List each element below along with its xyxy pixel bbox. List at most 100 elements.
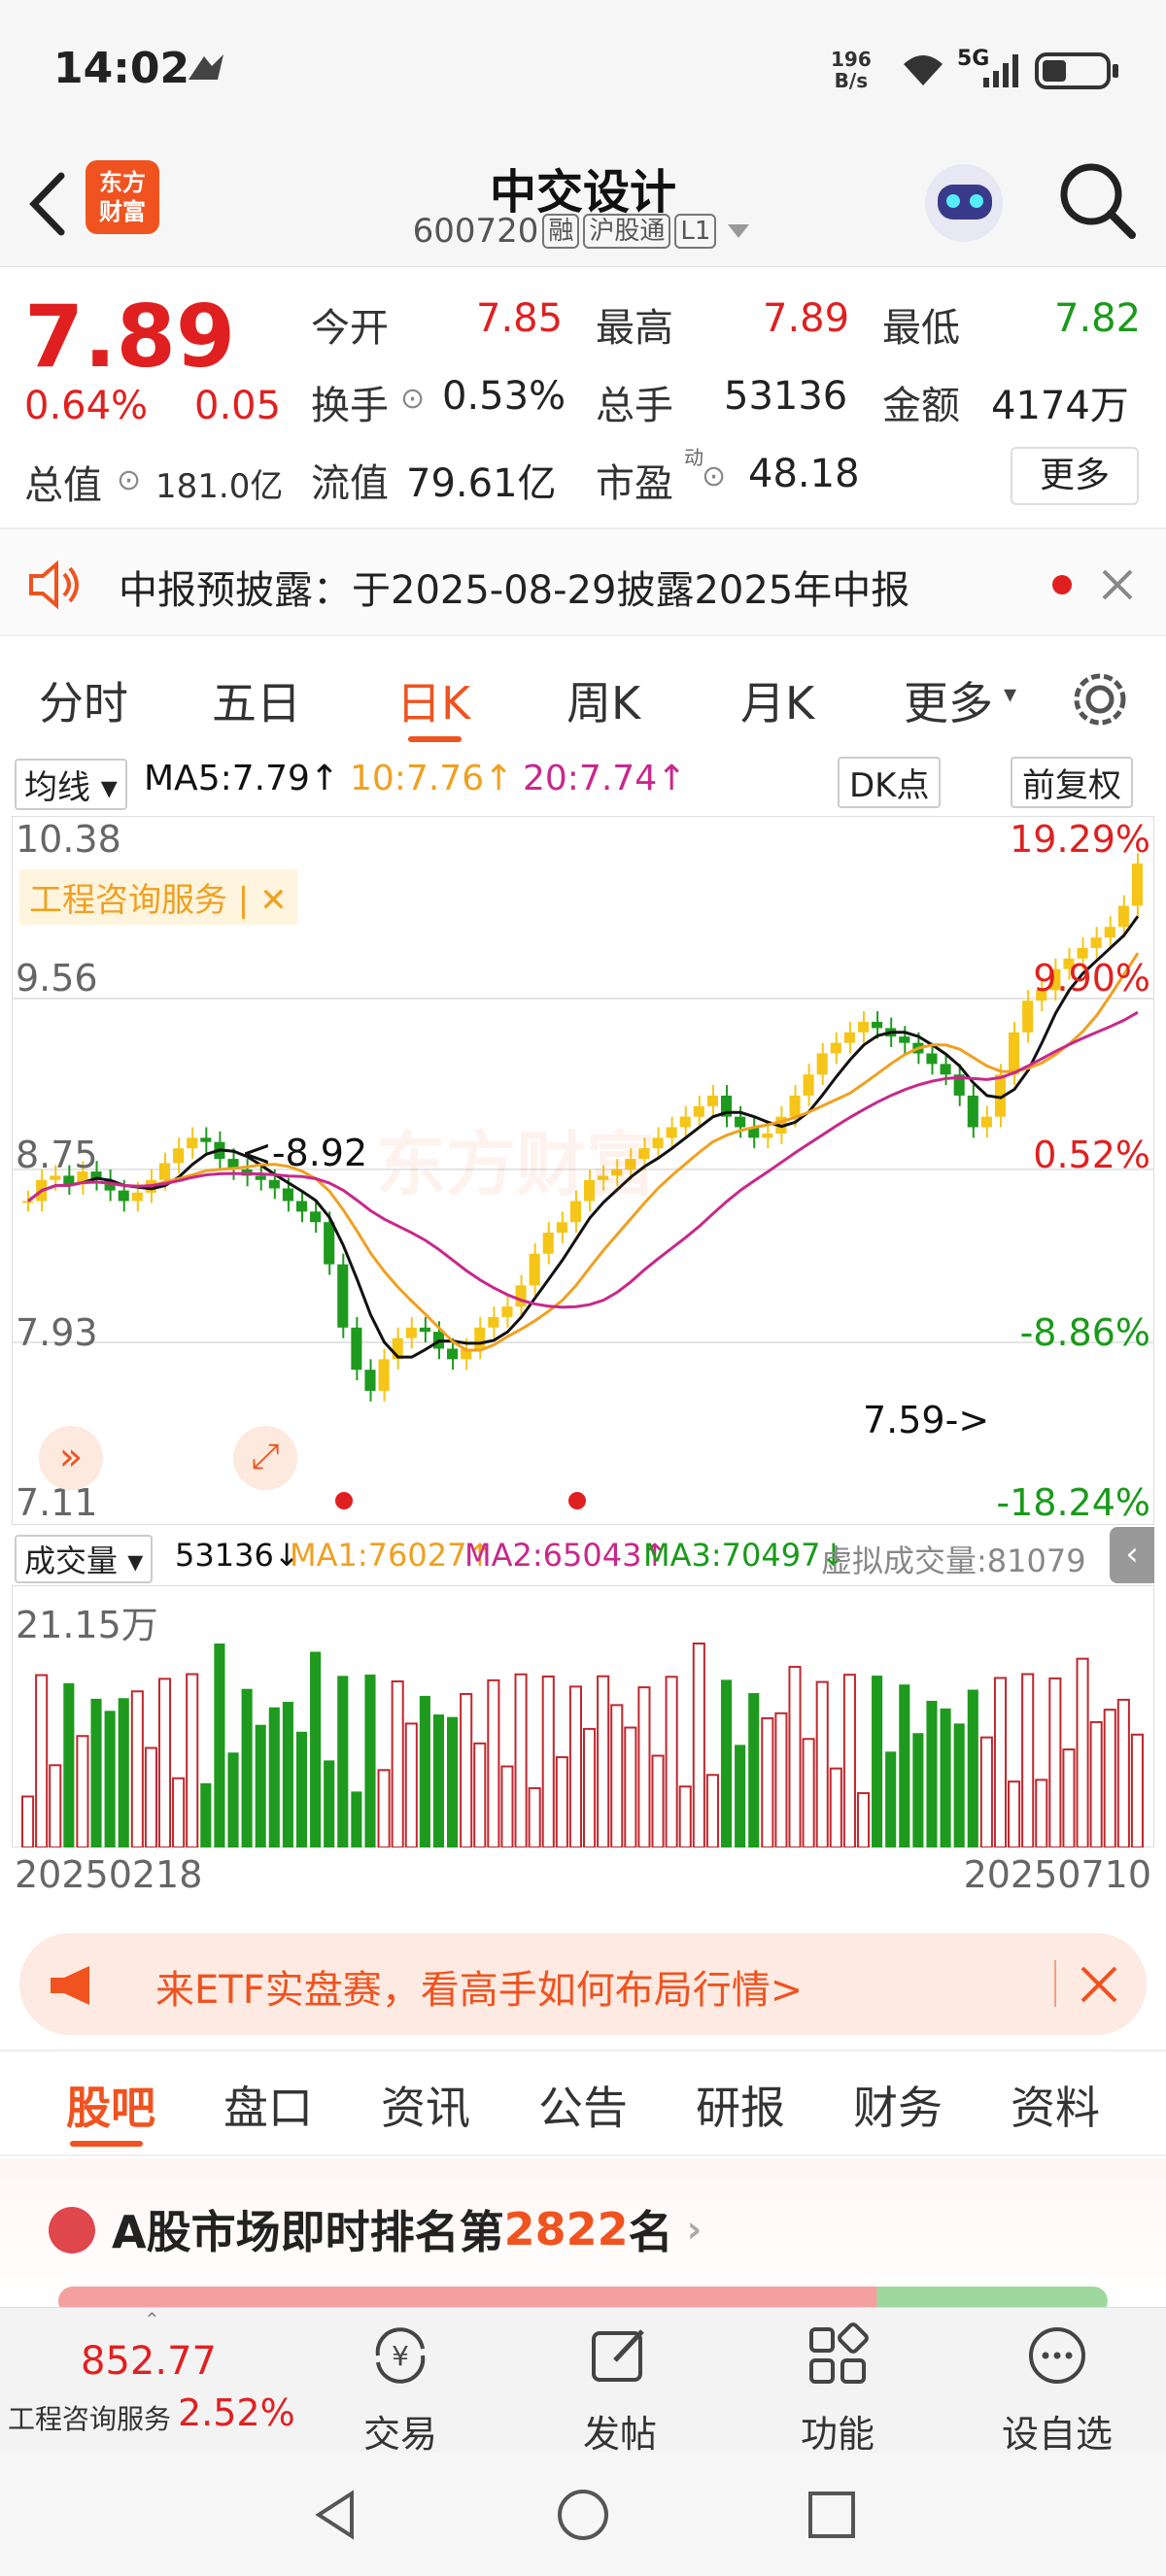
- volume-bar: [404, 1722, 418, 1847]
- volume-max-label: 21.15万: [16, 1604, 158, 1646]
- tab-research[interactable]: 研报: [696, 2073, 785, 2137]
- tab-daily-k[interactable]: 日K: [396, 668, 470, 732]
- ranking-row[interactable]: A股市场即时排名第 2822 名 ›: [0, 2158, 1166, 2316]
- ranking-text: A股市场即时排名第 2822 名 ›: [112, 2203, 703, 2258]
- tab-order-book[interactable]: 盘口: [223, 2073, 313, 2137]
- kline-chart[interactable]: 10.38 9.56 8.75 7.93 7.11 19.29% 9.90% 0…: [12, 816, 1154, 1525]
- back-nav-icon[interactable]: [309, 2488, 363, 2542]
- open-label: 今开: [311, 306, 389, 351]
- more-dots-icon: [1029, 2327, 1085, 2384]
- event-marker[interactable]: [335, 1492, 353, 1509]
- candle: [542, 1233, 554, 1254]
- volume-bar: [391, 1680, 404, 1847]
- stock-code: 600720: [412, 212, 539, 251]
- tab-forum[interactable]: 股吧: [66, 2073, 155, 2137]
- volume-bar: [21, 1795, 35, 1847]
- candle: [706, 1095, 718, 1106]
- tab-announcements[interactable]: 公告: [538, 2073, 628, 2137]
- adjust-button[interactable]: 前复权: [1011, 757, 1133, 808]
- tab-weekly-k[interactable]: 周K: [566, 668, 640, 732]
- candle: [679, 1116, 691, 1128]
- volume-selector[interactable]: 成交量 ▾: [15, 1535, 154, 1583]
- volume-bar: [157, 1678, 172, 1847]
- ranking-chart-icon: [49, 2207, 95, 2254]
- volume-bar: [1103, 1709, 1116, 1847]
- candle: [405, 1327, 417, 1339]
- collapse-panel-icon[interactable]: ‹: [1110, 1527, 1154, 1583]
- volume-bar: [310, 1651, 322, 1847]
- volume-bar: [364, 1674, 376, 1847]
- tab-intraday[interactable]: 分时: [39, 668, 128, 732]
- tab-more[interactable]: 更多: [904, 668, 993, 732]
- sector-index[interactable]: ⌃ 852.77 工程咨询服务 2.52%: [8, 2308, 299, 2454]
- volume-bar: [118, 1698, 129, 1847]
- tab-five-day[interactable]: 五日: [212, 668, 301, 732]
- candle: [351, 1327, 362, 1371]
- volume-bar: [1089, 1720, 1103, 1847]
- cell-signal-icon: [983, 54, 1018, 87]
- pct-axis-label: -8.86%: [1019, 1311, 1150, 1354]
- volume-bar: [268, 1707, 280, 1847]
- post-button[interactable]: 发帖: [542, 2322, 698, 2457]
- volume-bar: [788, 1666, 802, 1847]
- market-cap-value: 181.0亿: [155, 467, 284, 506]
- volume-bar: [912, 1733, 924, 1847]
- vol-ma3: MA3:70497↓: [643, 1537, 847, 1574]
- settings-icon[interactable]: [1069, 668, 1131, 730]
- ma10-value: 10:7.76↑: [350, 759, 514, 798]
- candle: [693, 1105, 704, 1117]
- candle: [310, 1211, 322, 1223]
- close-icon[interactable]: [1098, 565, 1137, 604]
- candle: [926, 1053, 938, 1065]
- y-axis-label-top: 10.38: [16, 818, 121, 861]
- notice-bar[interactable]: 中报预披露：于2025-08-29披露2025年中报: [0, 529, 1166, 636]
- volume-bar: [337, 1676, 349, 1847]
- expand-left-icon[interactable]: »: [39, 1426, 103, 1490]
- recents-nav-icon[interactable]: [805, 2488, 859, 2542]
- y-axis-label: 8.75: [16, 1134, 98, 1176]
- volume-bar: [473, 1742, 487, 1847]
- close-icon[interactable]: [1079, 1964, 1119, 2005]
- fullscreen-icon[interactable]: ⤢: [233, 1426, 297, 1490]
- dk-point-button[interactable]: DK点: [838, 757, 942, 808]
- volume-bar: [295, 1731, 308, 1847]
- tab-financials[interactable]: 财务: [853, 2073, 943, 2137]
- float-cap-value: 79.61亿: [406, 461, 557, 506]
- candle: [872, 1021, 883, 1029]
- ad-banner[interactable]: 来ETF实盘赛，看高手如何布局行情>: [19, 1933, 1147, 2035]
- ma-selector[interactable]: 均线 ▾: [15, 759, 127, 810]
- volume-svg: [12, 1585, 1154, 1847]
- volume-bar: [377, 1769, 391, 1847]
- candle: [447, 1348, 459, 1360]
- volume-chart[interactable]: 21.15万: [12, 1585, 1154, 1847]
- candle: [268, 1179, 280, 1189]
- volume-bar: [528, 1786, 541, 1847]
- tab-news[interactable]: 资讯: [381, 2073, 470, 2137]
- speaker-icon: [29, 560, 79, 609]
- home-nav-icon[interactable]: [556, 2488, 610, 2542]
- volume-bar: [90, 1698, 102, 1847]
- volume-value: 53136: [724, 374, 848, 419]
- volume-bar: [76, 1735, 89, 1847]
- volume-bar: [885, 1751, 897, 1847]
- trade-button[interactable]: ¥ 交易: [323, 2322, 478, 2457]
- tag-margin: 融: [542, 214, 580, 249]
- volume-bar: [624, 1726, 637, 1847]
- volume-bar: [351, 1791, 362, 1847]
- tab-monthly-k[interactable]: 月K: [740, 668, 814, 732]
- tab-more-caret-icon: ▾: [1004, 680, 1017, 709]
- tab-profile[interactable]: 资料: [1011, 2073, 1100, 2137]
- candle: [556, 1222, 567, 1234]
- robot-assistant-icon[interactable]: [918, 157, 1011, 250]
- watchlist-button[interactable]: 设自选: [979, 2322, 1135, 2457]
- sector-tag[interactable]: 工程咨询服务 | ✕: [19, 869, 297, 925]
- functions-button[interactable]: 功能: [760, 2322, 915, 2457]
- current-price: 7.89: [24, 287, 236, 387]
- volume-bar: [872, 1676, 883, 1847]
- search-icon[interactable]: [1054, 157, 1142, 245]
- volume-bar: [720, 1679, 733, 1847]
- more-button[interactable]: 更多: [1011, 447, 1139, 505]
- volume-bar: [514, 1673, 528, 1847]
- volume-bar: [802, 1738, 815, 1847]
- event-marker[interactable]: [568, 1492, 586, 1509]
